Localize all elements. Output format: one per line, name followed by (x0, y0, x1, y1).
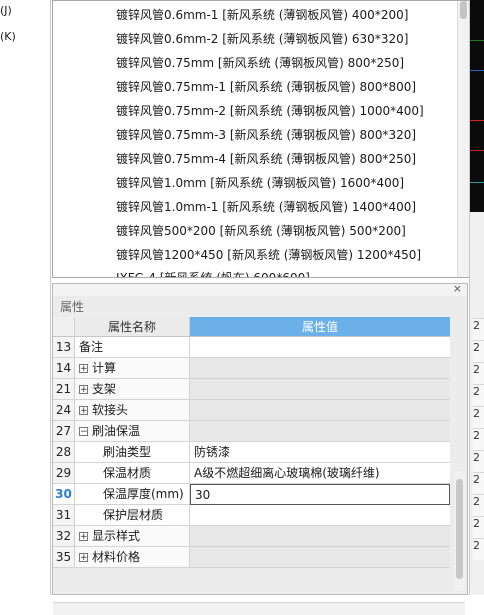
property-value (190, 379, 450, 400)
list-item[interactable]: 镀锌风管1200*450 [新风系统 (薄钢板风管) 1200*450] (116, 246, 421, 263)
table-row[interactable]: 21 + 支架 (53, 379, 450, 400)
expand-icon[interactable]: + (79, 385, 88, 395)
table-row[interactable]: 31 保护层材质 (53, 505, 450, 526)
table-row[interactable]: 24 + 软接头 (53, 400, 450, 421)
right-grid-cell: 2 (473, 428, 484, 450)
row-number: 30 (53, 484, 75, 505)
horizontal-scrollbar[interactable] (53, 602, 465, 615)
property-name: + 软接头 (75, 400, 190, 421)
right-grid-cell: 2 (473, 450, 484, 472)
table-row[interactable]: 29 保温材质 A级不燃超细离心玻璃棉(玻璃纤维) (53, 463, 450, 484)
canvas-line (470, 182, 484, 183)
property-value (190, 358, 450, 379)
row-number: 28 (53, 442, 75, 463)
property-value (190, 526, 450, 547)
list-item[interactable]: 镀锌风管1.0mm-1 [新风系统 (薄钢板风管) 1400*400] (116, 198, 416, 215)
properties-panel: × 属性 属性名称 属性值 13 备注 14 + 计算 21 + 支架 24 + 软接… (52, 282, 468, 615)
property-value (190, 421, 450, 442)
drawing-canvas[interactable] (470, 0, 484, 212)
list-item[interactable]: 镀锌风管0.75mm [新风系统 (薄钢板风管) 800*250] (116, 54, 404, 71)
scrollbar-thumb[interactable] (456, 479, 463, 579)
left-menu-panel: (J) (K) (0, 0, 51, 595)
table-row[interactable]: 30 保温厚度(mm) 30 (53, 484, 450, 505)
table-row[interactable]: 27 − 刷油保温 (53, 421, 450, 442)
row-number: 21 (53, 379, 75, 400)
menu-item-k[interactable]: (K) (0, 30, 16, 43)
right-grid-cell: 2 (473, 538, 484, 560)
right-grid-cell: 2 (473, 472, 484, 494)
right-grid-cell: 2 (473, 384, 484, 406)
property-value (190, 400, 450, 421)
row-number: 14 (53, 358, 75, 379)
property-name: 刷油类型 (75, 442, 190, 463)
menu-item-j[interactable]: (J) (0, 4, 12, 17)
canvas-line (470, 70, 484, 71)
table-row[interactable]: 14 + 计算 (53, 358, 450, 379)
menu-item-label: (J) (0, 4, 12, 17)
property-name: + 计算 (75, 358, 190, 379)
properties-title: 属性 (60, 300, 85, 314)
row-number: 29 (53, 463, 75, 484)
canvas-line (470, 40, 484, 41)
property-value[interactable] (190, 505, 450, 526)
property-value[interactable]: A级不燃超细离心玻璃棉(玻璃纤维) (190, 463, 450, 484)
property-name: 备注 (75, 337, 190, 358)
row-number: 35 (53, 547, 75, 568)
right-grid-cell: 2 (473, 362, 484, 384)
row-number: 32 (53, 526, 75, 547)
row-number: 31 (53, 505, 75, 526)
right-grid-cell: 2 (473, 318, 484, 340)
expand-icon[interactable]: + (79, 364, 88, 374)
table-row[interactable]: 28 刷油类型 防锈漆 (53, 442, 450, 463)
canvas-line (470, 150, 484, 151)
column-header-value[interactable]: 属性值 (190, 317, 450, 337)
property-name: 保护层材质 (75, 505, 190, 526)
right-grid-cell: 2 (473, 494, 484, 516)
close-icon[interactable]: × (453, 282, 462, 295)
list-item[interactable]: 镀锌风管0.75mm-1 [新风系统 (薄钢板风管) 800*800] (116, 78, 416, 95)
list-item[interactable]: 镀锌风管1.0mm [新风系统 (薄钢板风管) 1600*400] (116, 174, 404, 191)
right-grid-cell: 2 (473, 406, 484, 428)
list-item[interactable]: 镀锌风管0.75mm-2 [新风系统 (薄钢板风管) 1000*400] (116, 102, 424, 119)
list-scrollbar[interactable] (457, 1, 469, 277)
expand-icon[interactable]: + (79, 406, 88, 416)
property-name: + 显示样式 (75, 526, 190, 547)
right-grid-cell: 2 (473, 340, 484, 362)
expand-icon[interactable]: + (79, 553, 88, 563)
right-grid-cell: 2 (473, 516, 484, 538)
property-name: 保温厚度(mm) (75, 484, 190, 505)
duct-type-dropdown-list: 镀锌风管0.6mm-1 [新风系统 (薄钢板风管) 400*200] 镀锌风管0… (52, 0, 470, 278)
properties-scrollbar[interactable] (454, 471, 465, 591)
row-number: 24 (53, 400, 75, 421)
row-number: 27 (53, 421, 75, 442)
list-item[interactable]: 镀锌风管0.6mm-2 [新风系统 (薄钢板风管) 630*320] (116, 30, 408, 47)
table-row[interactable]: 32 + 显示样式 (53, 526, 450, 547)
property-name: + 支架 (75, 379, 190, 400)
property-value[interactable] (190, 337, 450, 358)
expand-icon[interactable]: + (79, 532, 88, 542)
property-name: 保温材质 (75, 463, 190, 484)
property-name: + 材料价格 (75, 547, 190, 568)
list-item[interactable]: 镀锌风管0.6mm-1 [新风系统 (薄钢板风管) 400*200] (116, 6, 408, 23)
row-number-header (53, 317, 75, 337)
canvas-line (470, 120, 484, 121)
property-value[interactable]: 防锈漆 (190, 442, 450, 463)
row-number: 13 (53, 337, 75, 358)
column-header-name[interactable]: 属性名称 (75, 317, 190, 337)
list-item[interactable]: 镀锌风管0.75mm-3 [新风系统 (薄钢板风管) 800*320] (116, 126, 416, 143)
insulation-thickness-input[interactable]: 30 (190, 484, 450, 505)
collapse-icon[interactable]: − (79, 427, 88, 437)
list-item[interactable]: 镀锌风管0.75mm-4 [新风系统 (薄钢板风管) 800*250] (116, 150, 416, 167)
list-item[interactable]: JXFG-4 [新风系统 (帆布) 600*600] (116, 269, 310, 277)
scrollbar-thumb[interactable] (460, 1, 467, 19)
table-row[interactable]: 35 + 材料价格 (53, 547, 450, 568)
table-row[interactable]: 13 备注 (53, 337, 450, 358)
property-value (190, 547, 450, 568)
menu-item-label: (K) (0, 30, 16, 43)
properties-panel-header: × (53, 282, 467, 296)
property-name: − 刷油保温 (75, 421, 190, 442)
list-item[interactable]: 镀锌风管500*200 [新风系统 (薄钢板风管) 500*200] (116, 222, 406, 239)
